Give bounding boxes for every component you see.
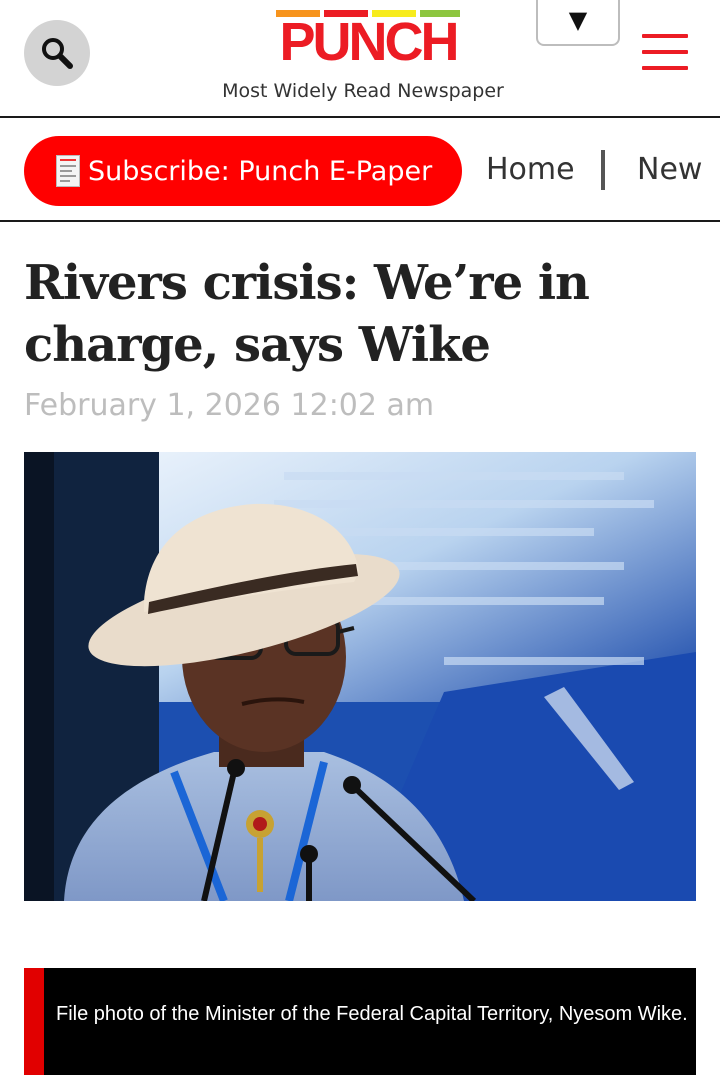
menu-bar (642, 34, 688, 38)
triangle-down-icon: ▼ (568, 6, 588, 34)
logo-wordmark: PUNCH (279, 12, 459, 72)
nav-bar: Subscribe: Punch E-Paper Home New (0, 120, 720, 222)
nav-divider (601, 150, 605, 190)
dropdown-toggle[interactable]: ▼ (536, 0, 620, 46)
image-caption-box: File photo of the Minister of the Federa… (24, 968, 696, 1075)
nav-item-news[interactable]: New (637, 152, 702, 187)
subscribe-epaper-button[interactable]: Subscribe: Punch E-Paper (24, 136, 462, 206)
menu-bar (642, 50, 688, 54)
image-caption: File photo of the Minister of the Federa… (56, 1003, 688, 1025)
search-button[interactable] (24, 20, 90, 86)
article-photo[interactable] (24, 452, 696, 901)
subscribe-label: Subscribe: Punch E-Paper (88, 155, 433, 187)
menu-bar (642, 66, 688, 70)
site-header: PUNCH Most Widely Read Newspaper ▼ (0, 0, 720, 118)
punch-logo[interactable]: PUNCH (272, 8, 464, 72)
nav-item-home[interactable]: Home (486, 152, 575, 187)
article-date: February 1, 2026 12:02 am (24, 388, 435, 423)
site-tagline: Most Widely Read Newspaper (222, 80, 504, 102)
newspaper-icon (56, 155, 80, 187)
article-photo-illustration (24, 452, 696, 901)
hamburger-menu-button[interactable] (642, 32, 688, 72)
search-icon (42, 38, 73, 69)
article-headline: Rivers crisis: We’re in charge, says Wik… (24, 255, 590, 373)
